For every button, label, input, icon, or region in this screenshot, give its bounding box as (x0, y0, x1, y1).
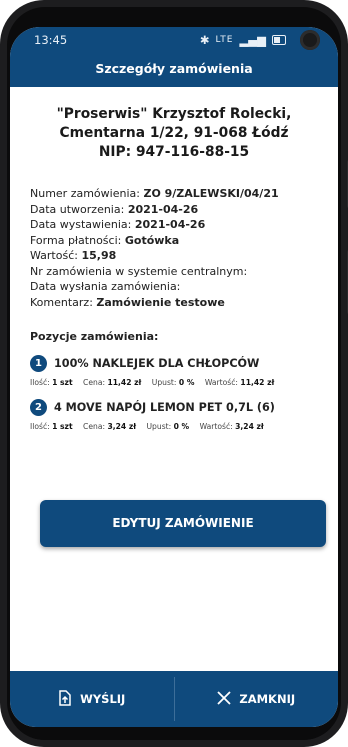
price-label: Cena: (83, 422, 106, 431)
status-icons: ✱ LTE ▂▄▆ (200, 30, 320, 50)
detail-label: Data utworzenia: (30, 202, 125, 216)
discount-label: Upust: (146, 422, 172, 431)
detail-payment-method: Forma płatności: Gotówka (30, 233, 318, 249)
front-camera (300, 30, 320, 50)
close-button[interactable]: ZAMKNIJ (175, 671, 339, 727)
price-label: Cena: (83, 378, 106, 387)
detail-label: Wartość: (30, 249, 78, 262)
detail-value: 2021-04-26 (134, 218, 206, 231)
discount-value: 0 % (178, 378, 195, 387)
positions-title: Pozycje zamówienia: (30, 330, 159, 343)
company-nip: NIP: 947-116-88-15 (98, 144, 250, 160)
detail-label: Numer zamówienia: (30, 187, 140, 200)
price-value: 11,42 zł (107, 378, 142, 387)
edit-order-button[interactable]: EDYTUJ ZAMÓWIENIE (40, 500, 326, 547)
phone-frame: 13:45 ✱ LTE ▂▄▆ Szczegóły zamówienia "Pr… (0, 0, 348, 747)
list-item[interactable]: 2 4 MOVE NAPÓJ LEMON PET 0,7L (6) Ilość:… (30, 399, 318, 431)
discount-value: 0 % (173, 422, 190, 431)
battery-icon (272, 35, 286, 45)
status-time: 13:45 (34, 33, 68, 47)
detail-issue-date: Data wystawienia: 2021-04-26 (30, 217, 318, 233)
detail-central-number: Nr zamówienia w systemie centralnym: (30, 264, 318, 280)
detail-value: Zamówienie testowe (96, 295, 225, 309)
upload-file-icon (58, 689, 72, 709)
qty-value: 1 szt (52, 378, 73, 387)
position-header: 2 4 MOVE NAPÓJ LEMON PET 0,7L (6) (30, 399, 318, 416)
detail-value: 15,98 (81, 249, 117, 262)
signal-bars-icon: ▂▄▆ (239, 33, 266, 47)
value-label: Wartość: (204, 378, 238, 387)
close-x-icon (217, 690, 231, 708)
value-value: 3,24 zł (235, 422, 264, 431)
detail-label: Data wystawienia: (30, 218, 132, 231)
position-meta: Ilość: 1 szt Cena: 11,42 zł Upust: 0 % W… (30, 378, 318, 387)
position-number-badge: 1 (30, 355, 47, 372)
close-button-label: ZAMKNIJ (239, 692, 296, 706)
detail-label: Nr zamówienia w systemie centralnym: (30, 264, 248, 278)
detail-label: Forma płatności: (30, 233, 122, 247)
qty-value: 1 szt (52, 422, 73, 431)
status-bar: 13:45 ✱ LTE ▂▄▆ (10, 27, 338, 53)
list-item[interactable]: 1 100% NAKLEJEK DLA CHŁOPCÓW Ilość: 1 sz… (30, 355, 318, 387)
send-button-label: WYŚLIJ (80, 692, 126, 706)
value-value: 11,42 zł (240, 378, 275, 387)
company-info: "Proserwis" Krzysztof Rolecki, Cmentarna… (30, 105, 318, 162)
qty-label: Ilość: (30, 378, 50, 387)
qty-label: Ilość: (30, 422, 50, 431)
detail-comment: Komentarz: Zamówienie testowe (30, 295, 318, 311)
signal-icon: LTE (215, 35, 234, 45)
send-button[interactable]: WYŚLIJ (10, 671, 174, 727)
phone-bezel: 13:45 ✱ LTE ▂▄▆ Szczegóły zamówienia "Pr… (7, 7, 341, 740)
detail-order-number: Numer zamówienia: ZO 9/ZALEWSKI/04/21 (30, 186, 318, 202)
value-label: Wartość: (199, 422, 233, 431)
detail-value: Gotówka (124, 233, 180, 247)
order-details-list: Numer zamówienia: ZO 9/ZALEWSKI/04/21 Da… (30, 186, 318, 310)
detail-order-value: Wartość: 15,98 (30, 248, 318, 264)
bluetooth-icon: ✱ (199, 33, 210, 47)
detail-sent-date: Data wysłania zamówienia: (30, 279, 318, 295)
bottom-action-bar: WYŚLIJ ZAMKNIJ (10, 671, 338, 727)
company-address: Cmentarna 1/22, 91-068 Łódź (59, 125, 289, 141)
detail-label: Komentarz: (30, 295, 93, 309)
page-title: Szczegóły zamówienia (10, 53, 338, 87)
position-meta: Ilość: 1 szt Cena: 3,24 zł Upust: 0 % Wa… (30, 422, 318, 431)
order-details-content: "Proserwis" Krzysztof Rolecki, Cmentarna… (10, 87, 338, 431)
position-name: 100% NAKLEJEK DLA CHŁOPCÓW (54, 357, 260, 370)
company-name: "Proserwis" Krzysztof Rolecki, (56, 106, 292, 122)
detail-created-date: Data utworzenia: 2021-04-26 (30, 202, 318, 218)
discount-label: Upust: (151, 378, 177, 387)
price-value: 3,24 zł (107, 422, 137, 431)
detail-label: Data wysłania zamówienia: (30, 280, 181, 293)
screen: 13:45 ✱ LTE ▂▄▆ Szczegóły zamówienia "Pr… (10, 27, 338, 727)
bottom-bezel (7, 727, 341, 740)
position-number-badge: 2 (30, 399, 47, 416)
position-name: 4 MOVE NAPÓJ LEMON PET 0,7L (6) (54, 401, 275, 414)
position-header: 1 100% NAKLEJEK DLA CHŁOPCÓW (30, 355, 318, 372)
detail-value: 2021-04-26 (127, 202, 199, 216)
detail-value: ZO 9/ZALEWSKI/04/21 (143, 187, 279, 200)
